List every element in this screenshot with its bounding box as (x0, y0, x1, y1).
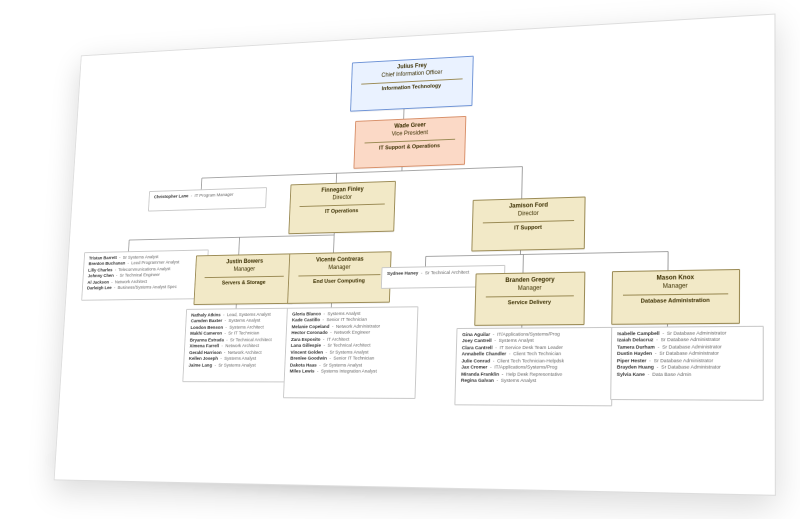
department: End User Computing (294, 278, 384, 286)
person-role: Director (479, 209, 578, 219)
node-vp: Wade GreerVice PresidentIT Support & Ope… (353, 116, 466, 169)
node-service-deliv: Branden GregoryManagerService Delivery (474, 272, 585, 326)
department: Servers & Storage (201, 280, 288, 288)
node-it-operations: Finnegan FinleyDirectorIT Operations (288, 181, 396, 234)
department: IT Support & Operations (360, 142, 458, 153)
list-service-deliv: Gina Aguilar - IT/Applications/Systems/P… (454, 327, 613, 406)
list-end-user: Gloria Blanco - Systems AnalystKade Cast… (283, 306, 418, 399)
list-it-operations: Tristan Barrett - Sr Systems AnalystBren… (81, 249, 208, 300)
person-role: Director (296, 193, 389, 203)
node-program-mgr: Christopher Lane - IT Program Manager (148, 187, 267, 211)
node-it-support: Jamison FordDirectorIT Support (471, 196, 585, 251)
person-role: Manager (482, 284, 578, 293)
person-role: Manager (295, 264, 385, 273)
staff-row: Jaime Lang - Sr Systems Analyst (188, 363, 295, 369)
department: Database Administration (619, 297, 733, 306)
staff-row: Darleigh Lee - Business/Systems Analyst … (87, 285, 202, 293)
department: IT Support (479, 224, 578, 233)
node-servers: Justin BowersManagerServers & Storage (193, 253, 294, 305)
department: Service Delivery (482, 299, 578, 307)
department: IT Operations (295, 207, 388, 216)
staff-row: Sylvia Kane - Data Base Admin (617, 373, 758, 380)
person-role: Manager (201, 266, 288, 275)
staff-row: Regina Galvan - Systems Analyst (461, 379, 607, 386)
staff-row: Christopher Lane - IT Program Manager (154, 192, 262, 202)
staff-row: Miles Lewis - Systems Integration Analys… (290, 370, 411, 377)
person-role: Manager (619, 282, 733, 291)
list-dba: Isabelle Campbell - Sr Database Administ… (610, 326, 764, 401)
node-end-user: Vicente ContrerasManagerEnd User Computi… (287, 251, 391, 304)
node-dba: Mason KnoxManagerDatabase Administration (611, 269, 740, 325)
node-cio: Julius FreyChief Information OfficerInfo… (350, 56, 474, 112)
